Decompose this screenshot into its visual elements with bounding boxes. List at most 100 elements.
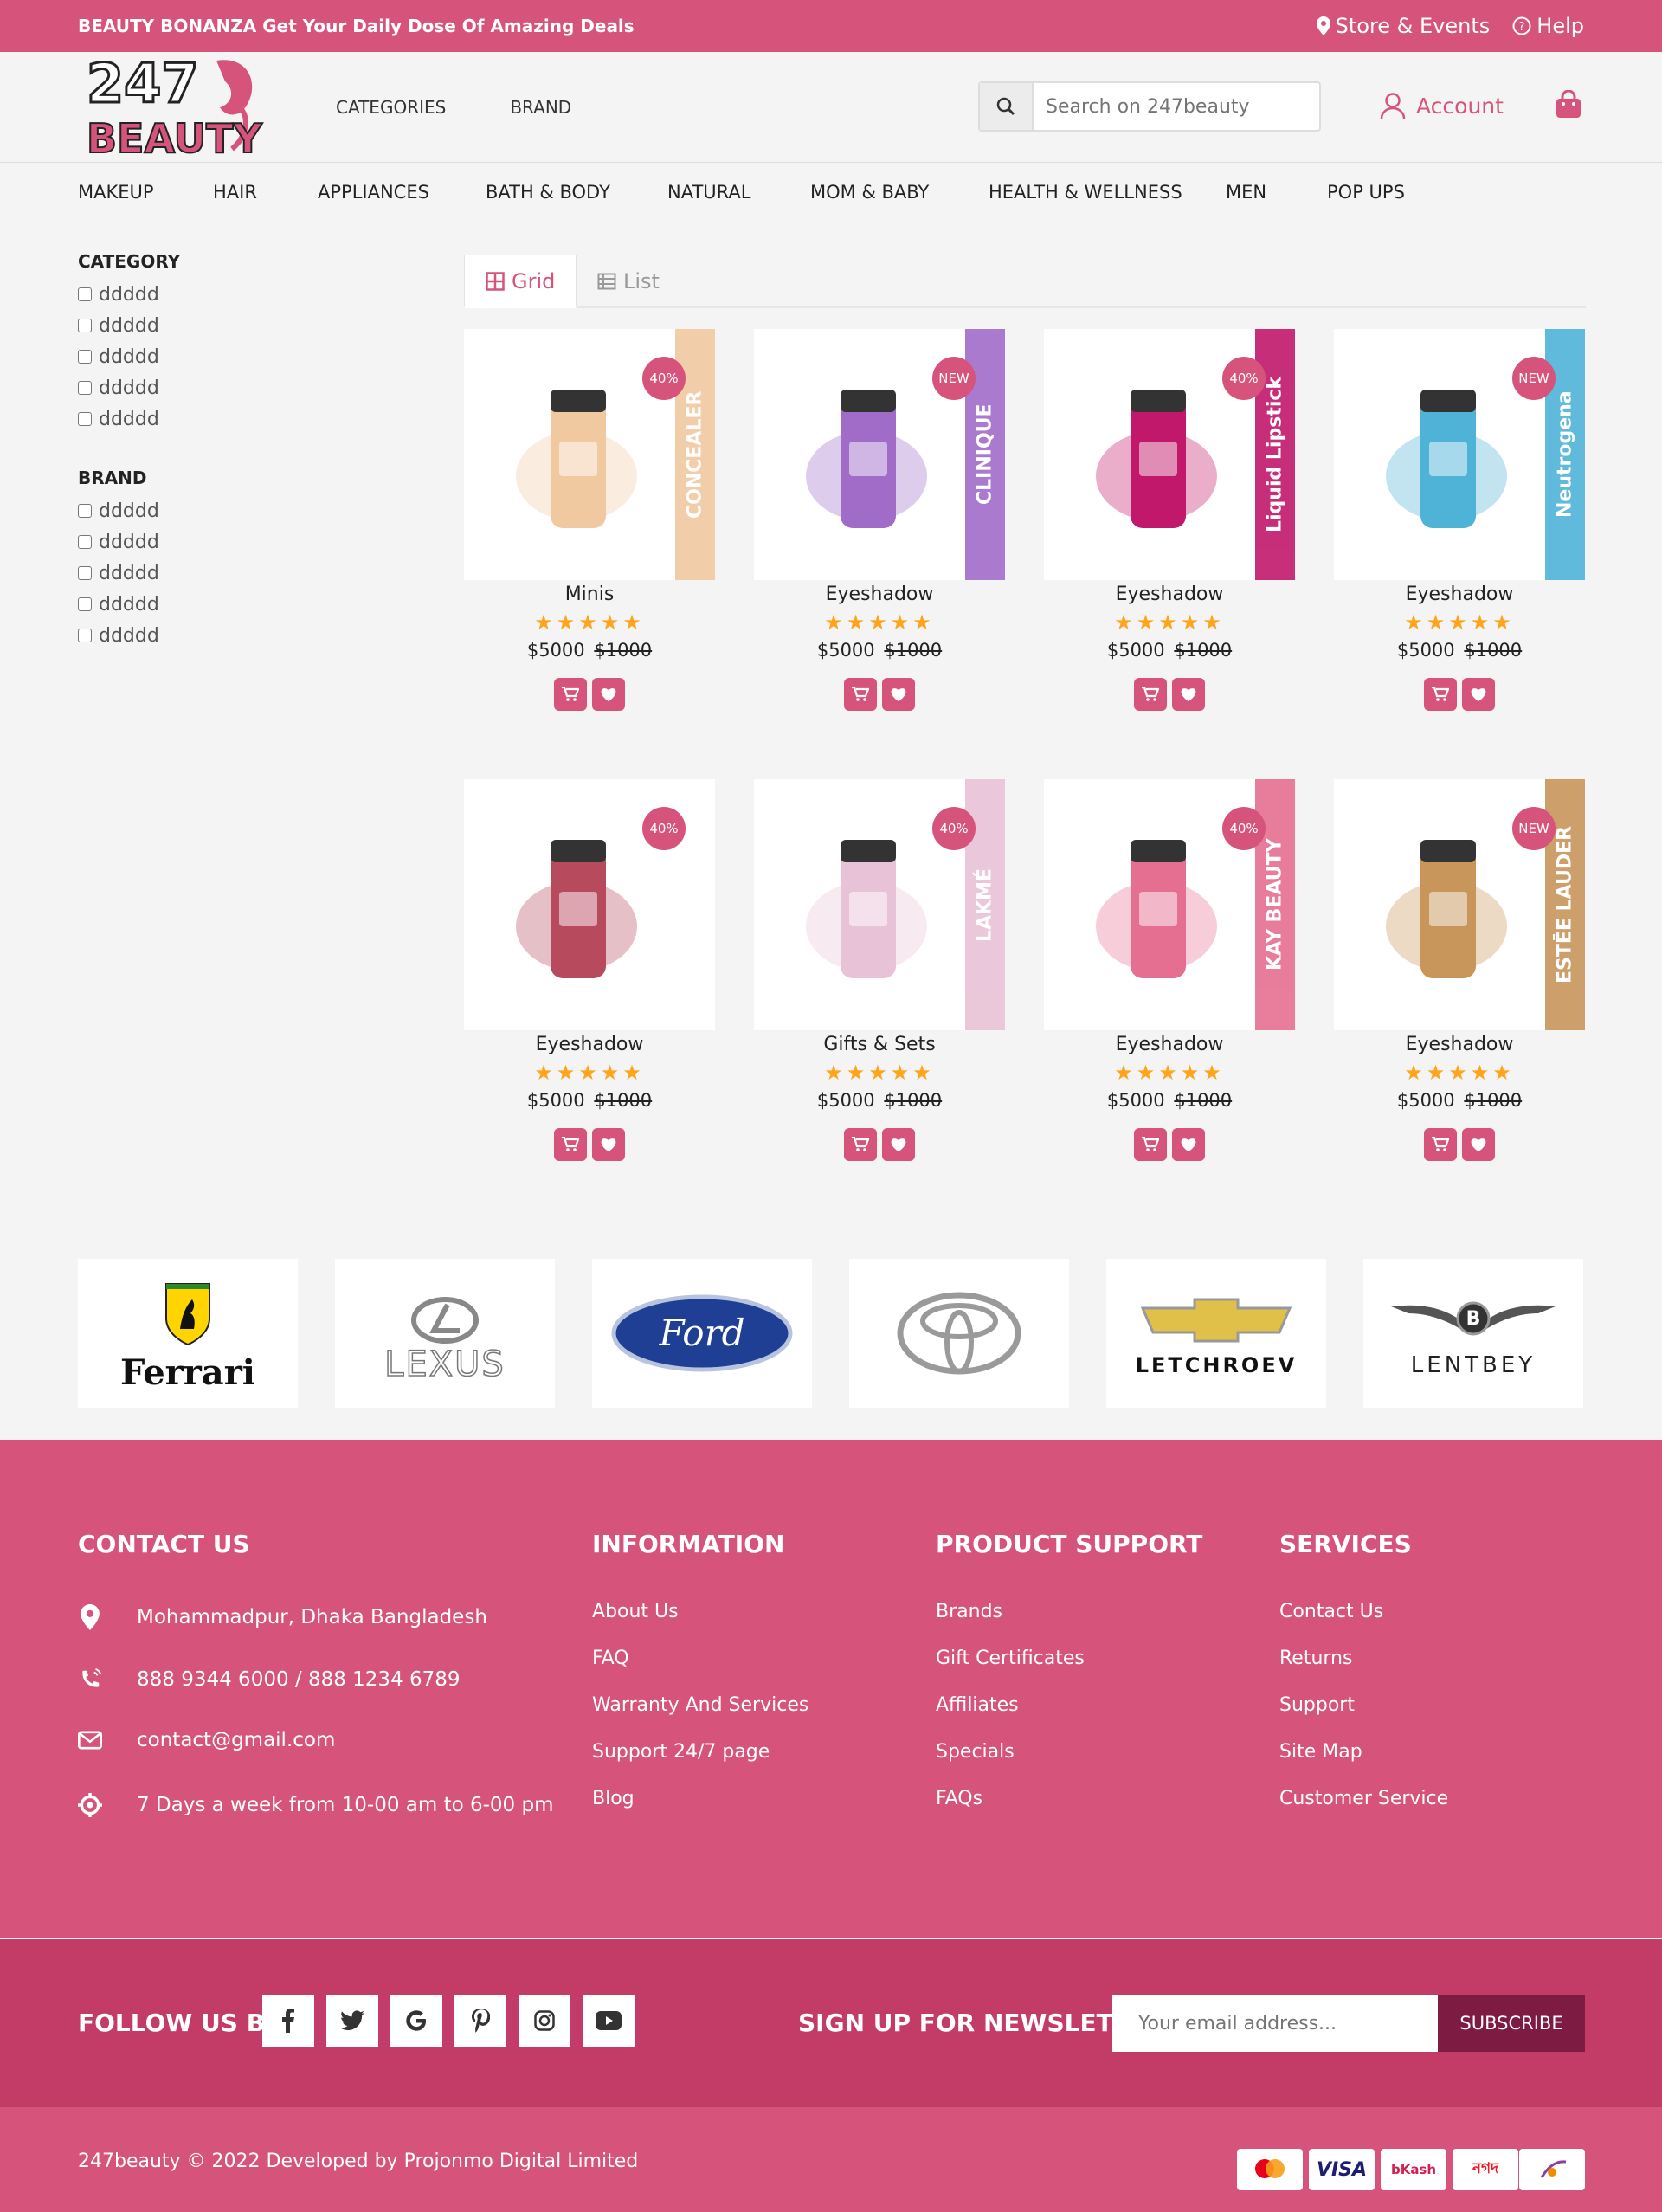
nav-mom-baby[interactable]: MOM & BABY [810, 182, 929, 203]
nav-makeup[interactable]: MAKEUP [78, 182, 154, 203]
product-image[interactable]: LAKMÉ 40% [754, 779, 1005, 1030]
checkbox[interactable] [78, 412, 92, 426]
contact-email-text[interactable]: contact@gmail.com [137, 1729, 335, 1751]
product-card[interactable]: LAKMÉ 40% Gifts & Sets ★★★★★ $5000 $1000 [754, 779, 1005, 1161]
add-to-wishlist-button[interactable] [1172, 1128, 1205, 1161]
checkbox[interactable] [78, 287, 92, 301]
checkbox[interactable] [78, 381, 92, 395]
add-to-wishlist-button[interactable] [882, 1128, 915, 1161]
tab-list[interactable]: List [577, 255, 680, 308]
product-card[interactable]: KAY BEAUTY 40% Eyeshadow ★★★★★ $5000 $10… [1044, 779, 1295, 1161]
brand-menu[interactable]: BRAND [510, 97, 571, 118]
nav-bath-body[interactable]: BATH & BODY [486, 182, 610, 203]
product-name[interactable]: Eyeshadow [1044, 1034, 1295, 1055]
brand-filter-option[interactable]: ddddd [78, 558, 180, 589]
add-to-wishlist-button[interactable] [1172, 678, 1205, 711]
footer-link-support[interactable]: Support [1279, 1694, 1355, 1716]
site-logo[interactable]: 247 BEAUTY [87, 55, 287, 156]
product-name[interactable]: Eyeshadow [1334, 584, 1585, 605]
product-name[interactable]: Eyeshadow [754, 584, 1005, 605]
category-filter-option[interactable]: ddddd [78, 279, 180, 310]
add-to-cart-button[interactable] [1134, 678, 1167, 711]
add-to-wishlist-button[interactable] [592, 678, 625, 711]
product-card[interactable]: CLINIQUE NEW Eyeshadow ★★★★★ $5000 $1000 [754, 329, 1005, 711]
footer-link-support247[interactable]: Support 24/7 page [592, 1741, 770, 1763]
google-icon[interactable] [390, 1995, 442, 2047]
nav-natural[interactable]: NATURAL [667, 182, 750, 203]
instagram-icon[interactable] [519, 1995, 570, 2047]
footer-link-blog[interactable]: Blog [592, 1788, 635, 1809]
product-image[interactable]: ESTĒE LAUDER NEW [1334, 779, 1585, 1030]
footer-link-contact-us[interactable]: Contact Us [1279, 1601, 1383, 1622]
product-card[interactable]: ESTĒE LAUDER NEW Eyeshadow ★★★★★ $5000 $… [1334, 779, 1585, 1161]
footer-link-faqs[interactable]: FAQs [936, 1788, 982, 1809]
checkbox[interactable] [78, 504, 92, 518]
nav-health-wellness[interactable]: HEALTH & WELLNESS [989, 182, 1182, 203]
youtube-icon[interactable] [583, 1995, 635, 2047]
product-image[interactable]: CLINIQUE NEW [754, 329, 1005, 580]
search-input[interactable] [1046, 94, 1305, 119]
brand-logo-ferrari[interactable]: Ferrari [78, 1259, 298, 1408]
pinterest-icon[interactable] [454, 1995, 506, 2047]
product-image[interactable]: CONCEALER 40% [464, 329, 715, 580]
add-to-wishlist-button[interactable] [1462, 1128, 1495, 1161]
footer-link-specials[interactable]: Specials [936, 1741, 1015, 1763]
footer-link-warranty[interactable]: Warranty And Services [592, 1694, 808, 1716]
product-name[interactable]: Gifts & Sets [754, 1034, 1005, 1055]
newsletter-email-input[interactable] [1112, 1995, 1438, 2052]
checkbox[interactable] [78, 597, 92, 611]
nav-pop-ups[interactable]: POP UPS [1327, 182, 1405, 203]
product-name[interactable]: Eyeshadow [1044, 584, 1295, 605]
category-filter-option[interactable]: ddddd [78, 372, 180, 403]
product-card[interactable]: Neutrogena NEW Eyeshadow ★★★★★ $5000 $10… [1334, 329, 1585, 711]
footer-link-site-map[interactable]: Site Map [1279, 1741, 1362, 1763]
facebook-icon[interactable] [262, 1995, 314, 2047]
add-to-cart-button[interactable] [554, 678, 587, 711]
checkbox[interactable] [78, 350, 92, 364]
brand-filter-option[interactable]: ddddd [78, 526, 180, 558]
help-link[interactable]: ? Help [1512, 14, 1584, 38]
product-name[interactable]: Minis [464, 584, 715, 605]
brand-logo-chevrolet[interactable]: LETCHROEV [1106, 1259, 1326, 1408]
footer-link-affiliates[interactable]: Affiliates [936, 1694, 1019, 1716]
brand-filter-option[interactable]: ddddd [78, 589, 180, 620]
add-to-cart-button[interactable] [1424, 1128, 1457, 1161]
footer-link-about[interactable]: About Us [592, 1601, 679, 1622]
category-filter-option[interactable]: ddddd [78, 403, 180, 435]
footer-link-faq[interactable]: FAQ [592, 1648, 629, 1669]
store-events-link[interactable]: Store & Events [1316, 14, 1490, 38]
nav-appliances[interactable]: APPLIANCES [318, 182, 429, 203]
checkbox[interactable] [78, 566, 92, 580]
footer-link-brands[interactable]: Brands [936, 1601, 1002, 1622]
add-to-cart-button[interactable] [844, 678, 877, 711]
category-filter-option[interactable]: ddddd [78, 310, 180, 341]
account-link[interactable]: Account [1380, 92, 1504, 119]
add-to-wishlist-button[interactable] [1462, 678, 1495, 711]
shopping-bag-icon[interactable] [1555, 90, 1582, 119]
checkbox[interactable] [78, 535, 92, 549]
twitter-icon[interactable] [326, 1995, 378, 2047]
footer-link-returns[interactable]: Returns [1279, 1648, 1352, 1669]
checkbox[interactable] [78, 629, 92, 642]
nav-hair[interactable]: HAIR [213, 182, 257, 203]
product-card[interactable]: CONCEALER 40% Minis ★★★★★ $5000 $1000 [464, 329, 715, 711]
product-image[interactable]: 40% [464, 779, 715, 1030]
add-to-wishlist-button[interactable] [882, 678, 915, 711]
add-to-cart-button[interactable] [844, 1128, 877, 1161]
product-image[interactable]: Neutrogena NEW [1334, 329, 1585, 580]
footer-link-customer-service[interactable]: Customer Service [1279, 1788, 1448, 1809]
product-image[interactable]: Liquid Lipstick 40% [1044, 329, 1295, 580]
brand-filter-option[interactable]: ddddd [78, 620, 180, 651]
checkbox[interactable] [78, 319, 92, 332]
brand-logo-bentley[interactable]: B LENTBEY [1363, 1259, 1583, 1408]
product-image[interactable]: KAY BEAUTY 40% [1044, 779, 1295, 1030]
category-filter-option[interactable]: ddddd [78, 341, 180, 372]
brand-logo-lexus[interactable]: LEXUS [335, 1259, 555, 1408]
footer-link-gift-certificates[interactable]: Gift Certificates [936, 1648, 1085, 1669]
search-button[interactable] [980, 83, 1034, 130]
brand-logo-ford[interactable]: Ford [592, 1259, 812, 1408]
brand-logo-toyota[interactable] [849, 1259, 1069, 1408]
brand-filter-option[interactable]: ddddd [78, 495, 180, 526]
tab-grid[interactable]: Grid [464, 255, 577, 308]
add-to-cart-button[interactable] [554, 1128, 587, 1161]
